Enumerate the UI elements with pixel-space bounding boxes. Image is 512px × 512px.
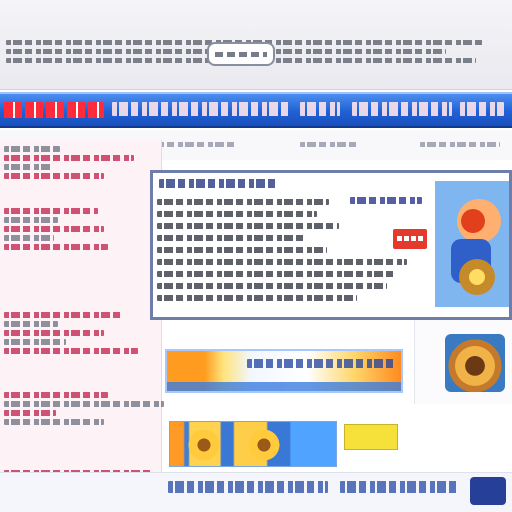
promo-banner-secondary[interactable] xyxy=(169,421,337,467)
sidebar-section xyxy=(4,312,154,357)
article-body-illegible xyxy=(157,199,412,307)
footer-link[interactable] xyxy=(340,481,460,497)
sun-icon xyxy=(246,427,282,463)
sun-icon xyxy=(186,427,222,463)
promo-banner[interactable] xyxy=(165,349,403,393)
promo-title[interactable] xyxy=(350,197,422,207)
yellow-tag[interactable] xyxy=(344,424,398,450)
nav-item[interactable] xyxy=(300,102,340,118)
nav-item[interactable] xyxy=(460,102,504,118)
main-nav-bar xyxy=(0,92,512,128)
promo-badge[interactable] xyxy=(393,229,427,249)
nav-item[interactable] xyxy=(352,102,452,118)
sidebar-section xyxy=(4,392,164,428)
article-heading[interactable] xyxy=(159,179,279,191)
banner-blue-band xyxy=(167,382,401,391)
left-sidebar xyxy=(0,140,164,512)
sidebar-section xyxy=(4,208,154,253)
site-title-graphic[interactable] xyxy=(4,102,104,118)
image-icon[interactable] xyxy=(445,334,505,392)
thumbnail-panel xyxy=(414,320,512,404)
nav-item[interactable] xyxy=(112,102,292,118)
footer-link[interactable] xyxy=(168,481,328,497)
featured-article-box xyxy=(150,170,512,320)
illustration-icon[interactable] xyxy=(435,181,509,307)
footer-logo-icon[interactable] xyxy=(470,477,506,505)
banner-illegible-text xyxy=(247,359,397,371)
site-logo-icon[interactable] xyxy=(207,42,275,66)
sidebar-section xyxy=(4,146,154,182)
site-header xyxy=(0,0,512,90)
footer-links-strip xyxy=(0,472,512,512)
